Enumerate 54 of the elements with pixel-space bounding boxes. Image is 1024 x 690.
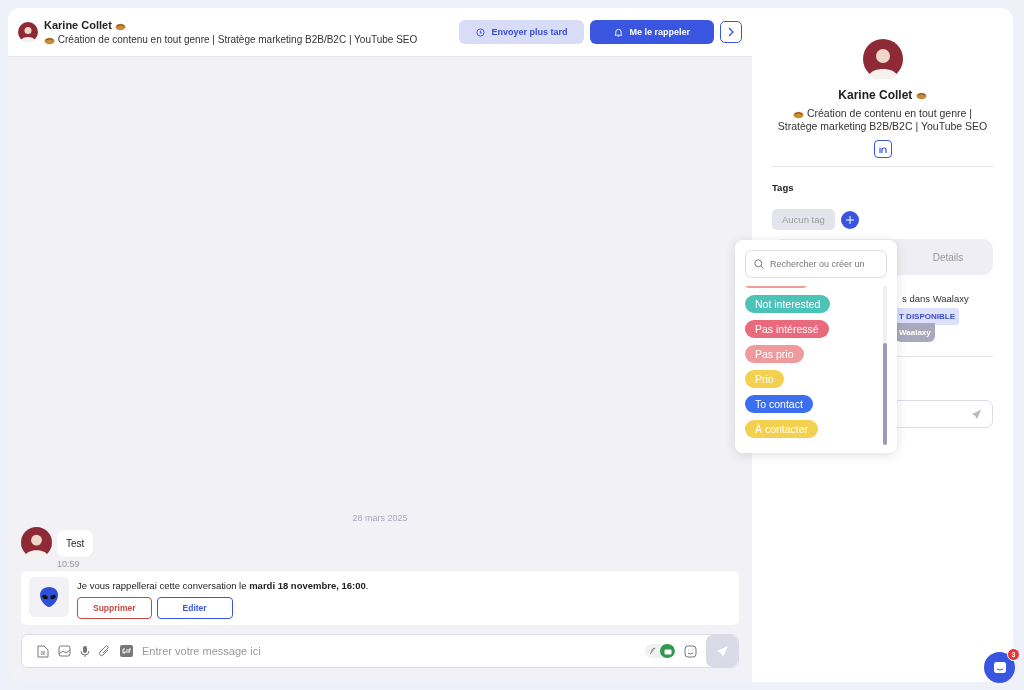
empty-tag-label: Aucun tag <box>772 209 835 230</box>
feather-icon <box>649 647 656 655</box>
food-icon <box>44 35 55 45</box>
contact-avatar <box>18 22 38 42</box>
contact-avatar <box>21 527 52 558</box>
search-icon <box>754 259 764 269</box>
contact-name: Karine Collet <box>44 19 454 31</box>
emoji-icon[interactable] <box>684 644 697 658</box>
food-icon <box>915 91 927 101</box>
details-tab[interactable]: Details <box>903 239 993 275</box>
schedule-button[interactable]: Envoyer plus tard <box>459 20 585 44</box>
status-badge: T DISPONIBLE <box>895 308 959 325</box>
search-placeholder: Rechercher ou créer un <box>770 259 865 269</box>
food-icon <box>793 109 805 119</box>
clock-icon <box>476 27 486 37</box>
reminder-text: Je vous rappellerai cette conversation le mardi 18 novembre, 16:00. <box>77 580 369 591</box>
bell-icon <box>614 27 624 37</box>
message-bubble: Test <box>57 530 94 557</box>
message-field[interactable]: Entrer votre message ici <box>21 634 739 668</box>
paperclip-icon[interactable] <box>99 644 111 658</box>
add-tag-button[interactable] <box>840 210 859 229</box>
linkedin-icon <box>878 145 887 153</box>
profile-headline: Création de contenu en tout genre | Stratège marketing B2B/B2C | YouTube SEO <box>776 107 989 133</box>
next-button[interactable] <box>720 21 742 43</box>
chat-icon <box>992 661 1007 674</box>
profile-avatar <box>862 39 903 79</box>
date-separator: 28 mars 2025 <box>351 513 409 523</box>
contact-headline: Création de contenu en tout genre | Stratège marketing B2B/B2C | YouTube SEO <box>44 34 454 45</box>
profile-name: Karine Collet <box>838 88 927 102</box>
tag-pill[interactable]: Not interested <box>745 295 831 313</box>
message-placeholder: Entrer votre message ici <box>142 645 262 657</box>
document-icon[interactable] <box>37 644 49 658</box>
delete-button[interactable]: Supprimer <box>77 597 152 619</box>
chevron-right-icon <box>727 27 735 37</box>
send-icon <box>715 644 729 658</box>
scrollbar[interactable] <box>883 286 887 445</box>
message-time: 10:59 <box>57 559 81 569</box>
tag-search-field[interactable]: Rechercher ou créer un <box>745 250 887 278</box>
gif-icon[interactable] <box>120 645 133 657</box>
status-badge: Waalaxy <box>895 323 935 342</box>
plus-icon <box>845 215 854 224</box>
alien-icon <box>39 586 59 608</box>
remind-button[interactable]: Me le rappeler <box>590 20 714 44</box>
send-icon[interactable] <box>971 408 982 420</box>
tag-pill[interactable]: Pas intéressé <box>745 320 829 338</box>
tag-pill[interactable]: Pas prio <box>745 345 804 363</box>
tags-title: Tags <box>772 182 795 193</box>
microphone-icon[interactable] <box>80 644 90 658</box>
ai-toggle[interactable] <box>645 644 675 658</box>
linkedin-button[interactable] <box>873 140 892 158</box>
image-icon[interactable] <box>58 645 71 657</box>
edit-button[interactable]: Editer <box>156 597 233 619</box>
tag-pill[interactable]: To contact <box>745 395 813 413</box>
food-icon <box>114 21 126 31</box>
